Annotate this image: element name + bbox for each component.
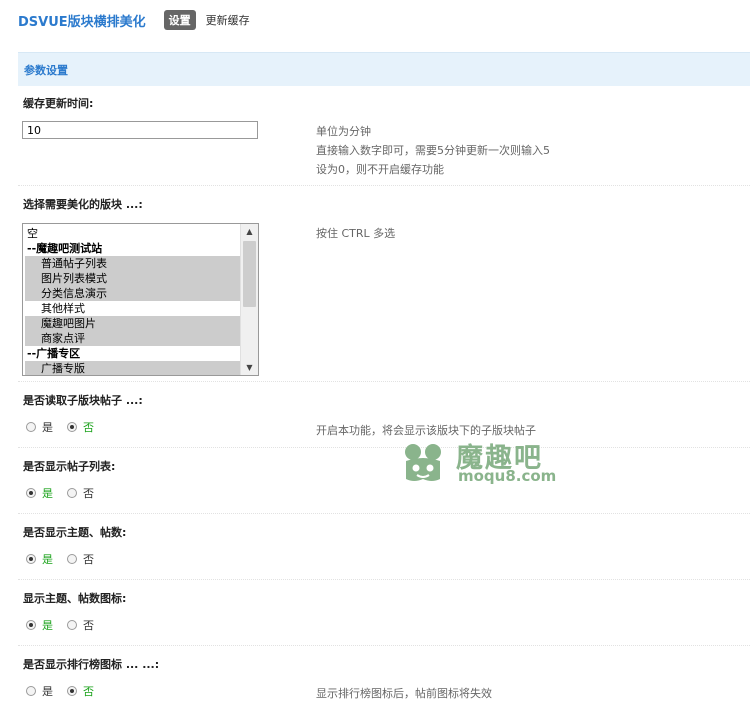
scroll-thumb[interactable] [243, 241, 256, 307]
radio-label: 否 [83, 685, 94, 698]
forum-group-option[interactable]: --广播专区 [25, 346, 240, 361]
divider [18, 645, 750, 646]
divider [18, 447, 750, 448]
radio-label: 是 [42, 487, 53, 500]
rank-icon-yes-radio[interactable]: 是 [26, 683, 53, 699]
radio-circle[interactable] [26, 422, 36, 432]
forum-group-option[interactable]: --魔趣吧测试站 [25, 241, 240, 256]
tab-update-cache[interactable]: 更新缓存 [201, 10, 255, 30]
divider [18, 513, 750, 514]
cache-tip-input: 直接输入数字即可，需要5分钟更新一次则输入5 [316, 144, 550, 157]
forum-multiselect[interactable]: 空 --魔趣吧测试站 普通帖子列表 图片列表模式 分类信息演示 其他样式 魔趣吧图片 商家点评… [22, 223, 259, 376]
radio-label: 否 [83, 421, 94, 434]
radio-label: 是 [42, 619, 53, 632]
forum-option[interactable]: 商家点评 [25, 331, 240, 346]
header: DSVUE版块横排美化 设置 更新缓存 [18, 10, 260, 30]
radio-circle[interactable] [26, 554, 36, 564]
show-list-no-radio[interactable]: 否 [67, 485, 94, 501]
show-list-radio-group: 是 否 [26, 485, 108, 501]
show-count-no-radio[interactable]: 否 [67, 551, 94, 567]
count-icon-label: 显示主题、帖数图标: [23, 592, 127, 605]
radio-circle[interactable] [67, 554, 77, 564]
count-icon-radio-group: 是 否 [26, 617, 108, 633]
show-list-label: 是否显示帖子列表: [23, 460, 116, 473]
count-icon-yes-radio[interactable]: 是 [26, 617, 53, 633]
radio-label: 否 [83, 487, 94, 500]
forum-option[interactable]: 普通帖子列表 [25, 256, 240, 271]
forums-label: 选择需要美化的版块 ...: [23, 198, 143, 211]
rank-icon-radio-group: 是 否 [26, 683, 108, 699]
count-icon-no-radio[interactable]: 否 [67, 617, 94, 633]
subforum-label: 是否读取子版块帖子 ...: [23, 394, 143, 407]
scroll-down-icon[interactable]: ▼ [241, 360, 258, 375]
cache-time-label: 缓存更新时间: [23, 97, 94, 110]
rank-icon-tip: 显示排行榜图标后，帖前图标将失效 [316, 687, 492, 700]
cache-time-tips: 单位为分钟 直接输入数字即可，需要5分钟更新一次则输入5 设为0，则不开启缓存功… [316, 122, 550, 179]
forum-option[interactable]: 广播专版 [25, 361, 240, 375]
radio-label: 否 [83, 619, 94, 632]
forums-tip: 按住 CTRL 多选 [316, 227, 396, 240]
radio-circle[interactable] [67, 488, 77, 498]
rank-icon-no-radio[interactable]: 否 [67, 683, 94, 699]
divider [18, 579, 750, 580]
radio-label: 是 [42, 685, 53, 698]
rank-icon-label: 是否显示排行榜图标 ... ...: [23, 658, 160, 671]
subforum-radio-group: 是 否 [26, 419, 108, 435]
watermark-en: moqu8.com [458, 467, 557, 485]
forum-option[interactable]: 图片列表模式 [25, 271, 240, 286]
tab-settings[interactable]: 设置 [163, 10, 196, 30]
section-title: 参数设置 [24, 64, 68, 77]
subforum-yes-radio[interactable]: 是 [26, 419, 53, 435]
cache-time-input[interactable] [22, 121, 258, 139]
cache-tip-unit: 单位为分钟 [316, 125, 371, 138]
show-count-label: 是否显示主题、帖数: [23, 526, 127, 539]
forum-option[interactable]: 其他样式 [25, 301, 240, 316]
show-list-yes-radio[interactable]: 是 [26, 485, 53, 501]
forum-option[interactable]: 空 [25, 226, 240, 241]
forum-options: 空 --魔趣吧测试站 普通帖子列表 图片列表模式 分类信息演示 其他样式 魔趣吧图片 商家点评… [25, 226, 240, 375]
subforum-no-radio[interactable]: 否 [67, 419, 94, 435]
radio-circle[interactable] [67, 620, 77, 630]
forum-option[interactable]: 魔趣吧图片 [25, 316, 240, 331]
watermark: 魔趣吧 moqu8.com [402, 438, 567, 486]
scrollbar[interactable]: ▲ ▼ [240, 224, 258, 375]
section-header: 参数设置 [18, 52, 750, 86]
divider [18, 381, 750, 382]
radio-circle[interactable] [26, 488, 36, 498]
show-count-radio-group: 是 否 [26, 551, 108, 567]
radio-circle[interactable] [26, 620, 36, 630]
show-count-yes-radio[interactable]: 是 [26, 551, 53, 567]
radio-label: 是 [42, 421, 53, 434]
watermark-logo-icon [405, 444, 441, 481]
radio-label: 是 [42, 553, 53, 566]
divider [18, 185, 750, 186]
forum-option[interactable]: 分类信息演示 [25, 286, 240, 301]
app-title: DSVUE版块横排美化 [18, 14, 146, 30]
radio-label: 否 [83, 553, 94, 566]
scroll-up-icon[interactable]: ▲ [241, 224, 258, 239]
cache-tip-zero: 设为0，则不开启缓存功能 [316, 163, 444, 176]
radio-circle[interactable] [67, 422, 77, 432]
